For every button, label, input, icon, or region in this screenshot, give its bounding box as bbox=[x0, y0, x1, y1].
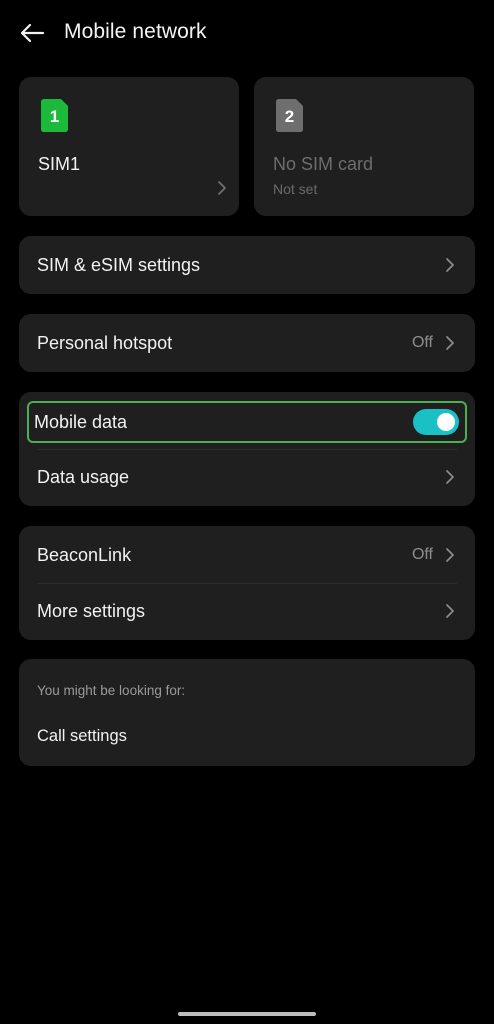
chevron-right-icon bbox=[439, 466, 461, 488]
page-title: Mobile network bbox=[64, 20, 207, 43]
chevron-right-icon bbox=[439, 254, 461, 276]
personal-hotspot-row[interactable]: Personal hotspot Off bbox=[19, 315, 475, 371]
arrow-left-icon bbox=[20, 23, 45, 43]
sim1-slot-number: 1 bbox=[50, 107, 59, 126]
sim-esim-settings-row[interactable]: SIM & eSIM settings bbox=[19, 237, 475, 293]
mobile-data-label: Mobile data bbox=[34, 411, 128, 432]
sim2-slot-number: 2 bbox=[285, 107, 294, 126]
data-usage-row[interactable]: Data usage bbox=[19, 449, 475, 505]
back-button[interactable] bbox=[16, 18, 48, 48]
suggestions-card: You might be looking for: Call settings bbox=[19, 659, 475, 766]
chevron-right-icon bbox=[439, 600, 461, 622]
personal-hotspot-status: Off bbox=[411, 334, 433, 351]
chevron-right-icon bbox=[217, 180, 227, 201]
sim2-name: No SIM card bbox=[273, 154, 374, 174]
beaconlink-row[interactable]: BeaconLink Off bbox=[19, 527, 475, 583]
mobile-data-row[interactable]: Mobile data bbox=[19, 394, 475, 450]
data-usage-label: Data usage bbox=[37, 466, 130, 487]
suggestions-heading: You might be looking for: bbox=[37, 683, 186, 698]
home-indicator[interactable] bbox=[178, 1012, 316, 1016]
suggestion-call-settings[interactable]: Call settings bbox=[37, 727, 127, 746]
beaconlink-label: BeaconLink bbox=[37, 544, 132, 565]
sim1-card[interactable]: 1 SIM1 bbox=[19, 77, 239, 216]
sim1-name: SIM1 bbox=[38, 154, 81, 174]
toggle-knob bbox=[437, 413, 455, 431]
chevron-right-icon bbox=[439, 544, 461, 566]
app-header: Mobile network bbox=[0, 0, 494, 70]
sim-card-icon: 1 bbox=[41, 99, 68, 132]
hotspot-card: Personal hotspot Off bbox=[19, 314, 475, 372]
mobile-data-toggle[interactable] bbox=[413, 409, 459, 435]
personal-hotspot-label: Personal hotspot bbox=[37, 332, 173, 353]
beaconlink-status: Off bbox=[411, 546, 433, 563]
sim2-card[interactable]: 2 No SIM card Not set bbox=[254, 77, 474, 216]
mobile-data-card: Mobile data Data usage bbox=[19, 392, 475, 506]
chevron-right-icon bbox=[439, 332, 461, 354]
sim-esim-card: SIM & eSIM settings bbox=[19, 236, 475, 294]
sim-card-icon: 2 bbox=[276, 99, 303, 132]
more-settings-label: More settings bbox=[37, 600, 146, 621]
beaconlink-card: BeaconLink Off More settings bbox=[19, 526, 475, 640]
more-settings-row[interactable]: More settings bbox=[19, 583, 475, 639]
sim-esim-settings-label: SIM & eSIM settings bbox=[37, 254, 201, 275]
sim2-status: Not set bbox=[273, 181, 318, 197]
